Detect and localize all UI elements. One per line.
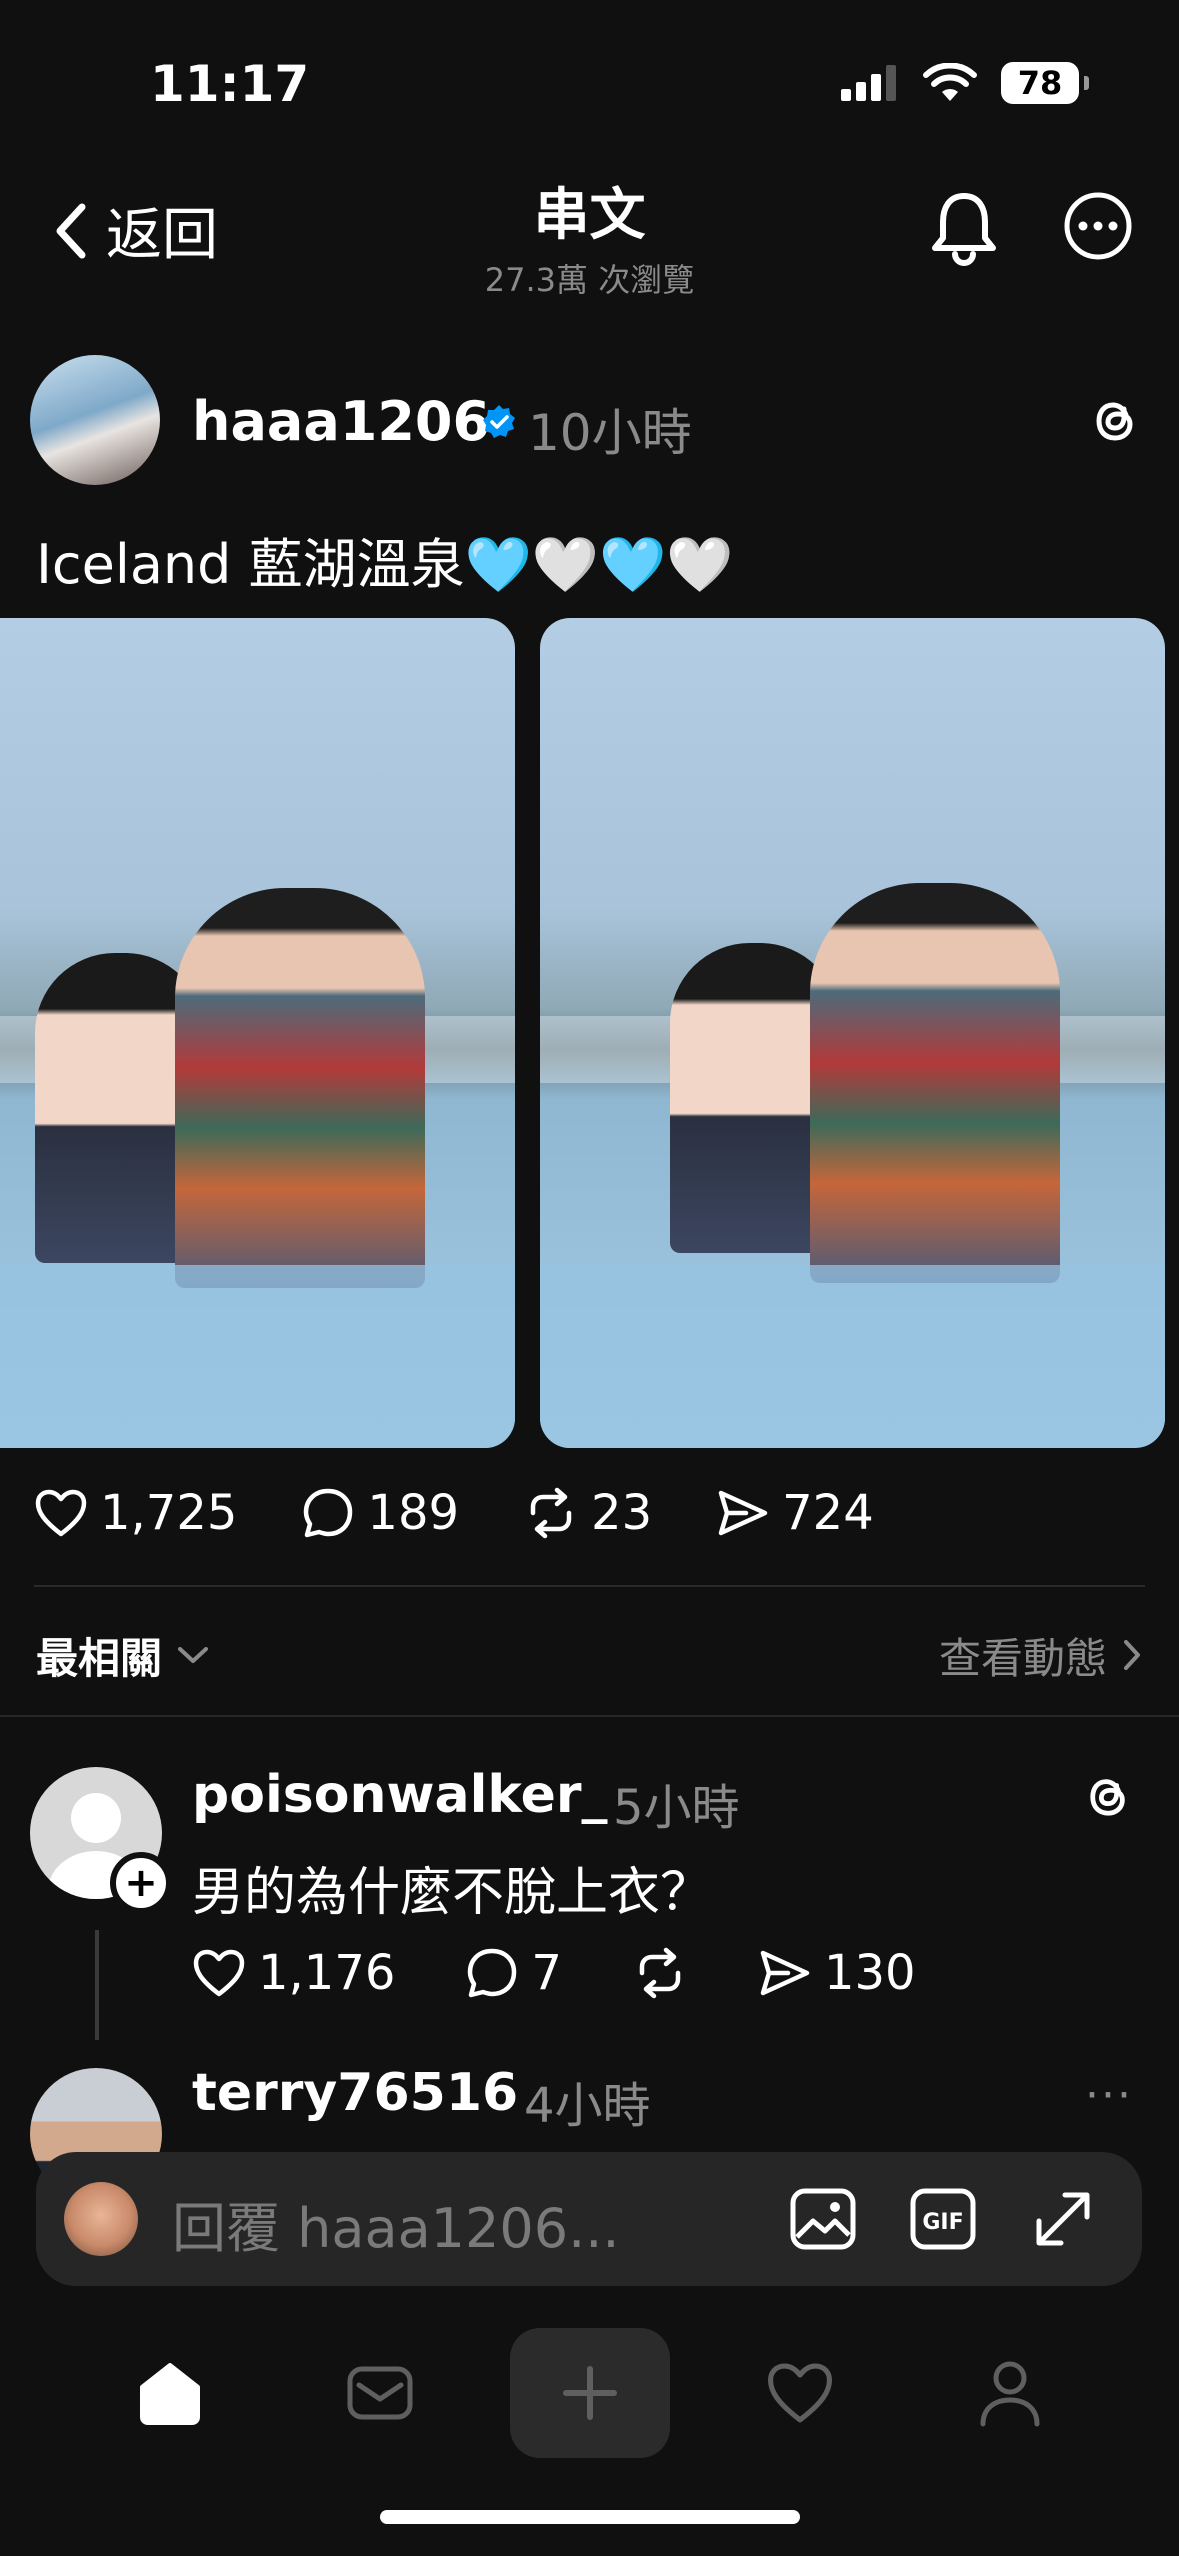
top-header: 返回 串文 27.3萬 次瀏覽 — [0, 170, 1179, 330]
view-count: 27.3萬 次瀏覽 — [484, 261, 695, 299]
reply-more-button[interactable]: ··· — [1085, 2070, 1133, 2121]
share-button[interactable]: 130 — [758, 1945, 916, 2001]
repost-icon — [639, 1947, 681, 1999]
home-indicator — [380, 2510, 800, 2524]
nav-activity[interactable] — [720, 2318, 880, 2468]
photo-water — [540, 1265, 1165, 1448]
plus-icon — [563, 2366, 617, 2420]
post-header: haaa1206 10小時 — [0, 355, 1179, 485]
sort-dropdown[interactable]: 最相關 — [36, 1625, 210, 1686]
nav-create-post[interactable] — [510, 2328, 670, 2458]
heart-icon — [35, 1489, 87, 1537]
more-options-icon[interactable] — [1062, 190, 1134, 262]
avatar-placeholder-head — [71, 1793, 121, 1843]
sort-bar: 最相關 查看動態 — [36, 1615, 1143, 1695]
attach-gif-button[interactable]: GIF — [906, 2182, 980, 2256]
like-button[interactable]: 1,725 — [34, 1485, 237, 1541]
threads-logo-icon — [1090, 1779, 1125, 1816]
heart-icon — [193, 1949, 245, 1997]
reply-username[interactable]: terry76516 — [192, 2063, 518, 2123]
expand-icon — [1036, 2192, 1090, 2246]
reply-username[interactable]: poisonwalker_ — [192, 1765, 608, 1825]
post-photo[interactable] — [0, 618, 515, 1448]
gif-icon: GIF — [910, 2188, 976, 2250]
status-bar: 11:17 78 — [0, 0, 1179, 170]
share-count: 130 — [823, 1945, 916, 2001]
like-count: 1,176 — [258, 1945, 396, 2001]
repost-button[interactable] — [632, 1947, 688, 1999]
bottom-nav — [0, 2318, 1179, 2468]
view-activity-label: 查看動態 — [938, 1633, 1107, 1683]
like-button[interactable]: 1,176 — [192, 1945, 395, 2001]
photo-person — [810, 883, 1060, 1283]
author-username[interactable]: haaa1206 — [192, 390, 490, 453]
nav-home[interactable] — [90, 2318, 250, 2468]
reply-timestamp: 4小時 — [524, 2078, 651, 2134]
heart-icon — [768, 2363, 832, 2423]
divider — [34, 1585, 1145, 1587]
threads-logo-icon — [1096, 402, 1133, 441]
chevron-down-icon — [178, 1647, 209, 1663]
send-icon — [760, 1950, 810, 1996]
comment-icon — [468, 1948, 517, 1998]
cellular-signal-icon — [841, 65, 896, 101]
bell-icon[interactable] — [929, 190, 999, 266]
attach-image-button[interactable] — [786, 2182, 860, 2256]
repost-icon — [530, 1487, 572, 1539]
post-photo[interactable] — [540, 618, 1165, 1448]
post-caption: Iceland 藍湖溫泉🩵🤍🩵🤍 — [36, 533, 734, 596]
section-divider — [0, 1715, 1179, 1717]
nav-profile[interactable] — [930, 2318, 1090, 2468]
thread-connector-line — [95, 1930, 99, 2040]
share-button[interactable]: 724 — [716, 1485, 874, 1541]
current-user-avatar — [64, 2182, 138, 2256]
nav-inbox[interactable] — [300, 2318, 460, 2468]
photo-carousel[interactable] — [0, 618, 1179, 1448]
repost-button[interactable]: 23 — [523, 1485, 652, 1541]
photo-person — [175, 888, 425, 1288]
post-timestamp: 10小時 — [528, 404, 692, 462]
reply-text: 男的為什麼不脫上衣？ — [192, 1863, 713, 1923]
expand-composer-button[interactable] — [1026, 2182, 1100, 2256]
profile-icon — [980, 2361, 1040, 2427]
share-count: 724 — [782, 1485, 874, 1541]
svg-text:GIF: GIF — [922, 2210, 963, 2235]
like-count: 1,725 — [100, 1485, 238, 1541]
image-icon — [790, 2188, 856, 2250]
comment-count: 7 — [531, 1945, 562, 2001]
sort-label: 最相關 — [36, 1633, 163, 1683]
comment-button[interactable]: 189 — [301, 1485, 459, 1541]
chevron-right-icon — [1124, 1640, 1140, 1670]
photo-water — [0, 1265, 515, 1448]
view-activity-link[interactable]: 查看動態 — [939, 1625, 1143, 1686]
battery-indicator: 78 — [1001, 62, 1089, 104]
comment-icon — [304, 1488, 353, 1538]
reply-actions: 1,176 7 130 — [192, 1945, 986, 2001]
status-icons: 78 — [841, 62, 1089, 104]
author-avatar[interactable] — [30, 355, 160, 485]
comment-count: 189 — [367, 1485, 460, 1541]
status-time: 11:17 — [150, 55, 310, 113]
reply-input-placeholder[interactable]: 回覆 haaa1206... — [172, 2184, 620, 2263]
reply-composer[interactable]: 回覆 haaa1206... GIF — [36, 2152, 1142, 2286]
post-actions: 1,725 189 23 724 — [34, 1485, 938, 1541]
comment-button[interactable]: 7 — [465, 1945, 562, 2001]
inbox-icon — [347, 2366, 413, 2420]
verified-badge-icon — [483, 405, 515, 438]
reply-timestamp: 5小時 — [613, 1780, 740, 1836]
follow-button[interactable]: + — [110, 1852, 172, 1914]
home-icon — [140, 2363, 200, 2425]
header-title-group: 串文 27.3萬 次瀏覽 — [0, 170, 1179, 301]
send-icon — [718, 1490, 768, 1536]
wifi-icon — [923, 63, 977, 101]
page-title: 串文 — [533, 183, 646, 248]
repost-count: 23 — [591, 1485, 653, 1541]
